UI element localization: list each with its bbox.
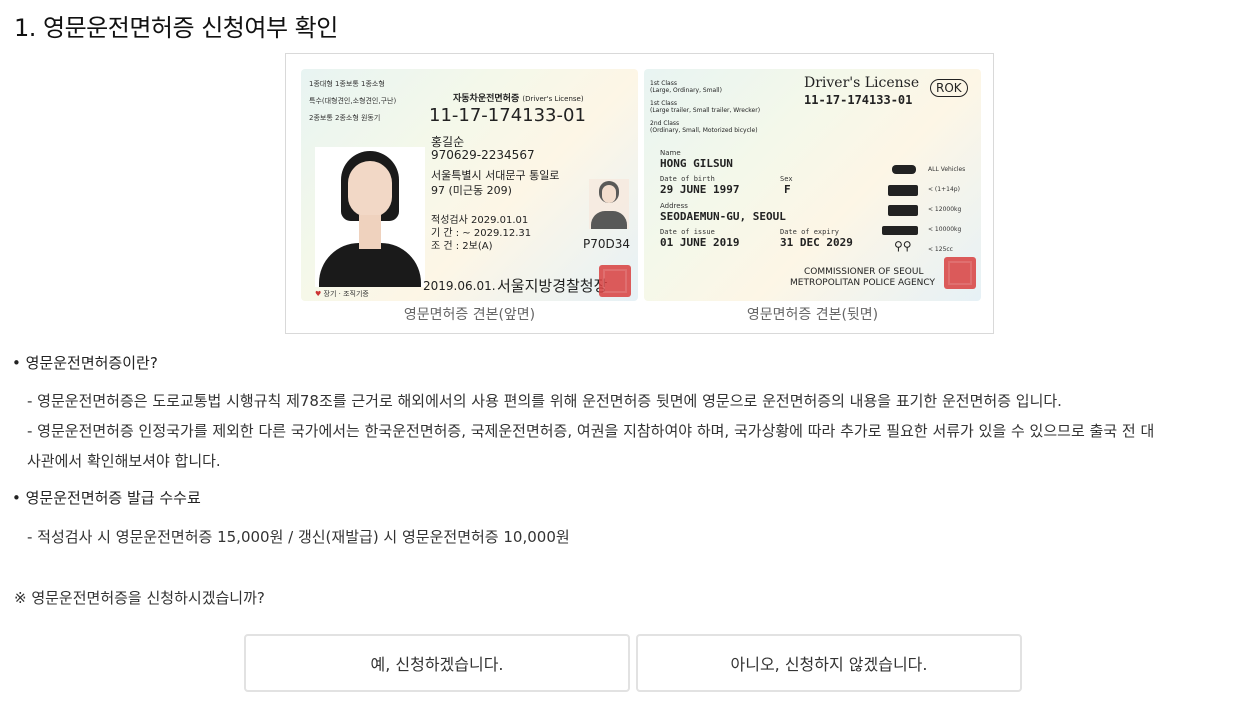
- back-class1-label: 1st Class: [650, 80, 677, 87]
- back-class1b: 1st Class (Large trailer, Small trailer,…: [650, 100, 760, 114]
- back-address: SEODAEMUN-GU, SEOUL: [660, 210, 786, 223]
- photo-face-icon: [348, 161, 392, 217]
- back-class1b-label: 1st Class: [650, 100, 677, 107]
- front-issue-date: 2019.06.01.: [423, 279, 496, 293]
- front-ghost-photo: [589, 179, 629, 229]
- vehicle-label-2: < 12000kg: [928, 206, 962, 213]
- front-serial: P70D34: [583, 237, 631, 251]
- back-name-label: Name: [660, 149, 681, 157]
- back-seal-icon: [944, 257, 976, 289]
- vehicle-label-1: < (1+14p): [928, 186, 960, 193]
- license-front: 1종대형 1종보통 1종소형 특수(대형견인,소형견인,구난) 2종보통 2종소…: [301, 69, 638, 301]
- back-title: Driver's License: [804, 75, 920, 91]
- caption-front: 영문면허증 견본(앞면): [403, 307, 536, 323]
- back-expiry-date: 31 DEC 2029: [780, 236, 853, 249]
- front-donor: ♥ 장기 · 조직기증: [315, 289, 369, 299]
- photo-body-icon: [319, 243, 421, 287]
- front-classes-line3: 2종보통 2종소형 원동기: [309, 114, 381, 122]
- back-country-badge: ROK: [930, 79, 968, 97]
- front-seal-icon: [599, 265, 631, 297]
- license-sample-image: 1종대형 1종보통 1종소형 특수(대형견인,소형견인,구난) 2종보통 2종소…: [285, 53, 994, 334]
- front-issuer: 서울지방경찰청장: [497, 277, 608, 295]
- back-issue-date: 01 JUNE 2019: [660, 236, 740, 249]
- back-sex: F: [784, 183, 791, 196]
- front-heading: 자동차운전면허증 (Driver's License): [453, 91, 584, 104]
- back-class2-desc: (Ordinary, Small, Motorized bicycle): [650, 127, 758, 134]
- apply-question: ※ 영문운전면허증을 신청하시겠습니까?: [14, 589, 265, 607]
- truck-icon: [888, 205, 918, 216]
- vehicle-label-3: < 10000kg: [928, 226, 962, 233]
- trailer-icon: [882, 226, 918, 235]
- license-back: 1st Class (Large, Ordinary, Small) 1st C…: [644, 69, 981, 301]
- vehicle-label-4: < 125cc: [928, 246, 953, 253]
- back-issue-label: Date of issue: [660, 228, 715, 236]
- bus-icon: [888, 185, 918, 196]
- donor-heart-icon: ♥: [315, 290, 322, 298]
- section1-line3: 사관에서 확인해보셔야 합니다.: [27, 452, 221, 470]
- car-icon: [892, 165, 916, 174]
- back-dob-label: Date of birth: [660, 175, 715, 183]
- back-name: HONG GILSUN: [660, 157, 733, 170]
- back-expiry-label: Date of expiry: [780, 228, 840, 236]
- front-address1: 서울특별시 서대문구 통일로: [431, 169, 560, 182]
- section2-heading: • 영문운전면허증 발급 수수료: [12, 489, 201, 507]
- page-title: 1. 영문운전면허증 신청여부 확인: [14, 14, 338, 42]
- back-dob: 29 JUNE 1997: [660, 183, 740, 196]
- back-authority2: METROPOLITAN POLICE AGENCY: [790, 278, 936, 288]
- back-license-number: 11-17-174133-01: [804, 93, 913, 107]
- apply-yes-button[interactable]: 예, 신청하겠습니다.: [244, 634, 630, 692]
- section2-line1: - 적성검사 시 영문운전면허증 15,000원 / 갱신(재발급) 시 영문운…: [27, 528, 570, 546]
- front-photo: [315, 147, 425, 287]
- front-address2: 97 (미근동 209): [431, 184, 512, 197]
- front-license-number: 11-17-174133-01: [429, 105, 586, 126]
- back-class2-label: 2nd Class: [650, 120, 680, 127]
- back-class1b-desc: (Large trailer, Small trailer, Wrecker): [650, 107, 761, 114]
- back-class2: 2nd Class (Ordinary, Small, Motorized bi…: [650, 120, 758, 134]
- caption-back: 영문면허증 견본(뒷면): [746, 307, 879, 323]
- back-class1-desc: (Large, Ordinary, Small): [650, 87, 722, 94]
- front-heading-ko: 자동차운전면허증: [453, 94, 520, 104]
- section1-heading: • 영문운전면허증이란?: [12, 354, 158, 372]
- front-classes-line2: 특수(대형견인,소형견인,구난): [309, 97, 397, 105]
- back-address-label: Address: [660, 202, 688, 210]
- apply-no-button[interactable]: 아니오, 신청하지 않겠습니다.: [636, 634, 1022, 692]
- front-rrn: 970629-2234567: [431, 148, 535, 162]
- back-class1: 1st Class (Large, Ordinary, Small): [650, 80, 722, 94]
- back-authority1: COMMISSIONER OF SEOUL: [804, 267, 924, 277]
- back-sex-label: Sex: [780, 175, 793, 183]
- front-heading-en: (Driver's License): [522, 95, 584, 103]
- donor-label: 장기 · 조직기증: [323, 290, 369, 298]
- photo-neck-icon: [359, 215, 381, 249]
- section1-line2: - 영문운전면허증 인정국가를 제외한 다른 국가에서는 한국운전면허증, 국제…: [27, 422, 1155, 440]
- motorcycle-icon: ⚲⚲: [894, 239, 912, 253]
- front-classes-line1: 1종대형 1종보통 1종소형: [309, 80, 385, 88]
- front-condition: 조 건 : 2보(A): [431, 241, 493, 252]
- vehicle-label-0: ALL Vehicles: [928, 166, 966, 173]
- section1-line1: - 영문운전면허증은 도로교통법 시행규칙 제78조를 근거로 해외에서의 사용…: [27, 392, 1062, 410]
